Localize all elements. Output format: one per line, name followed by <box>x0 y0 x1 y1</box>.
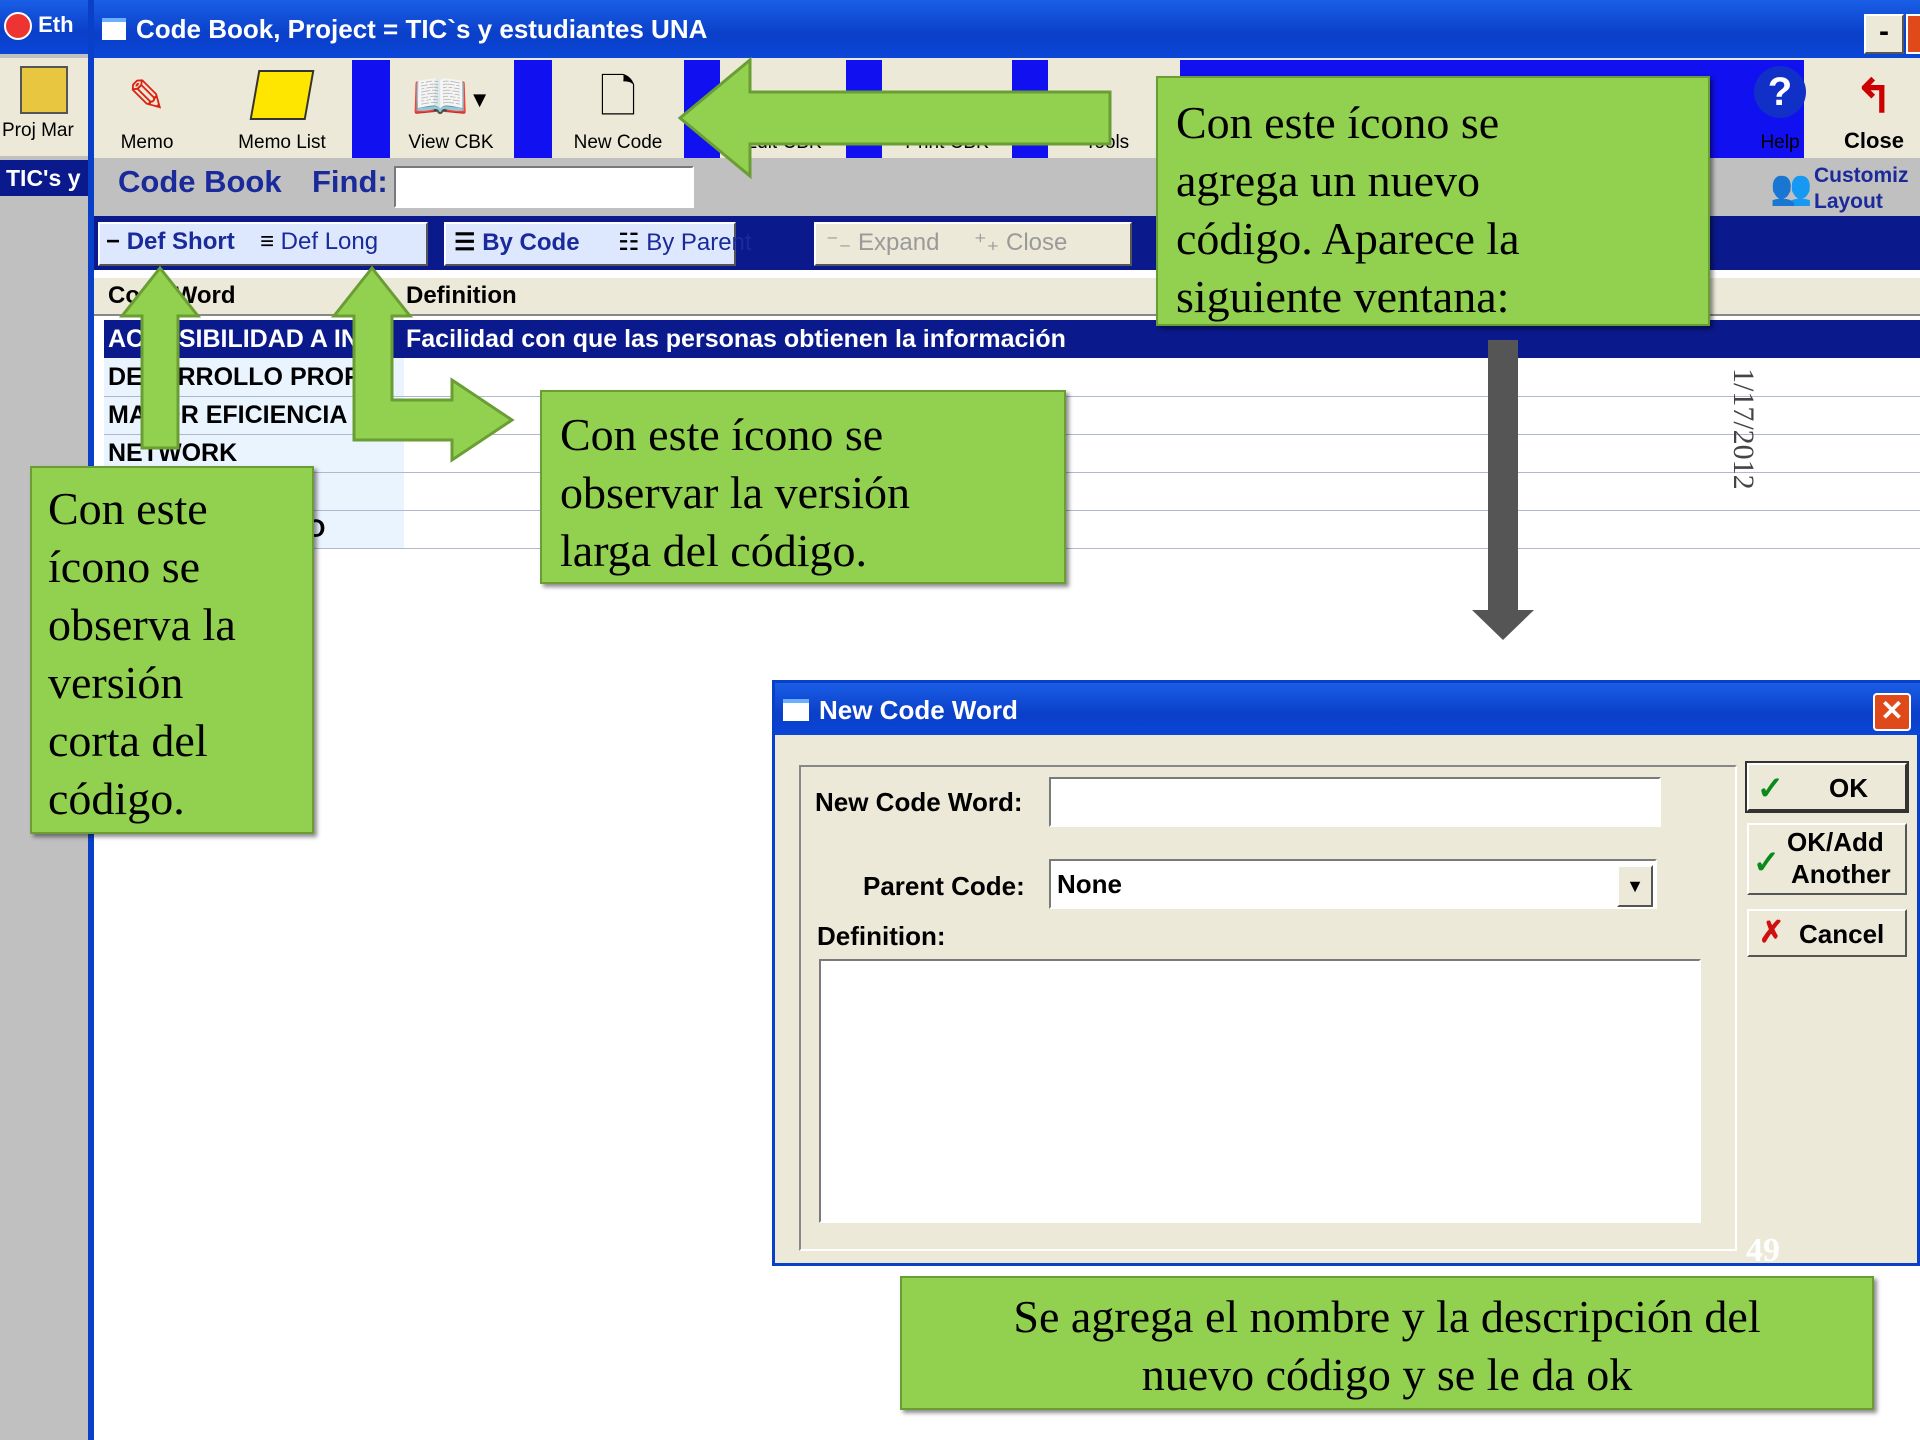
callout-line: ícono se <box>48 541 201 592</box>
callout-line: código. <box>48 773 185 824</box>
down-arrow-head <box>1472 610 1534 640</box>
callout-line: corta del <box>48 715 208 766</box>
callout-line: observa la <box>48 599 236 650</box>
callout-line: agrega un nuevo <box>1176 155 1480 206</box>
callout-line: Con este ícono se <box>560 409 884 460</box>
bent-arrow-to-def-long <box>330 265 515 463</box>
callout-line: observar la versión <box>560 467 910 518</box>
callout-line: Se agrega el nombre y la descripción del <box>1013 1291 1761 1342</box>
callout-bottom: Se agrega el nombre y la descripción del… <box>900 1276 1874 1410</box>
callout-def-short: Con este ícono se observa la versión cor… <box>30 466 314 834</box>
left-arrow-to-new-code <box>677 56 1112 180</box>
callout-line: código. Aparece la <box>1176 213 1520 264</box>
callout-line: Con este ícono se <box>1176 97 1500 148</box>
down-arrow-shaft <box>1488 340 1518 610</box>
callout-def-long: Con este ícono se observar la versión la… <box>540 390 1066 584</box>
callout-line: nuevo código y se le da ok <box>1141 1349 1633 1400</box>
callout-line: versión <box>48 657 184 708</box>
callout-new-code: Con este ícono se agrega un nuevo código… <box>1156 76 1710 326</box>
callout-line: Con este <box>48 483 208 534</box>
callout-line: siguiente ventana: <box>1176 271 1510 322</box>
callout-line: larga del código. <box>560 525 867 576</box>
up-arrow-to-def-short <box>118 265 202 450</box>
